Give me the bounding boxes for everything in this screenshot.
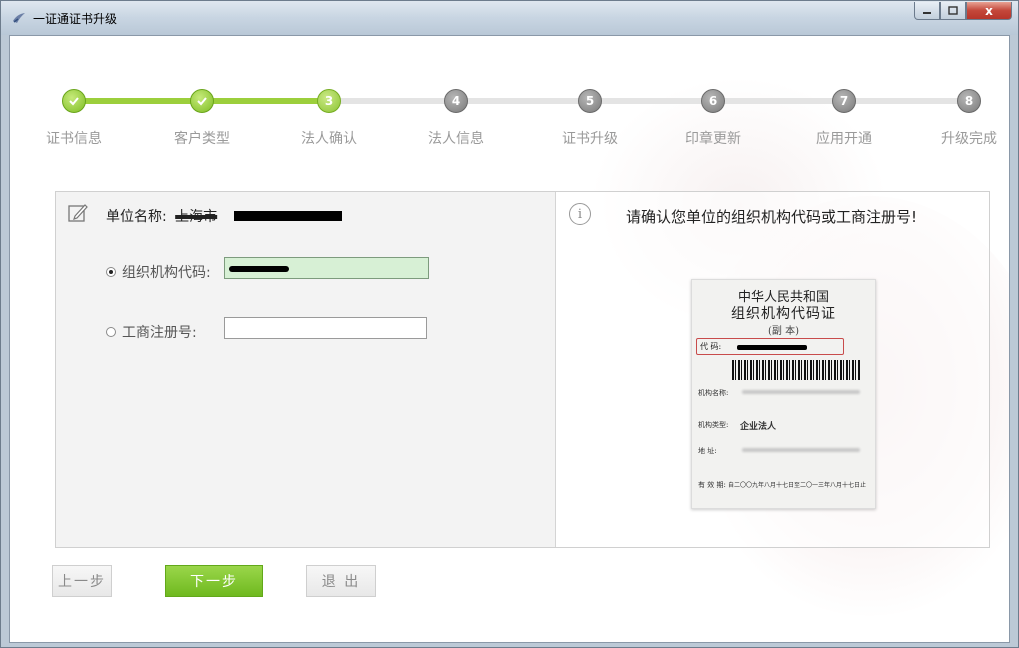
step-6: 6 bbox=[701, 89, 725, 113]
cert-code-highlight: 代 码: bbox=[696, 338, 844, 355]
cert-validity-value: 自二〇〇九年八月十七日至二〇一三年八月十七日止 bbox=[728, 482, 867, 489]
org-code-label: 组织机构代码: bbox=[122, 265, 211, 281]
step-number: 6 bbox=[708, 94, 718, 108]
step-8: 8 bbox=[957, 89, 981, 113]
barcode-image bbox=[732, 360, 860, 380]
org-code-option[interactable]: 组织机构代码: bbox=[106, 262, 211, 282]
title-bar[interactable]: 一证通证书升级 x bbox=[1, 1, 1018, 35]
cert-org-type-value: 企业法人 bbox=[740, 422, 777, 432]
step-label-legal-info: 法人信息 bbox=[428, 131, 484, 147]
step-number: 3 bbox=[324, 94, 334, 108]
org-code-radio[interactable] bbox=[106, 267, 116, 277]
app-logo-icon bbox=[13, 13, 25, 23]
hint-text: 请确认您单位的组织机构代码或工商注册号! bbox=[626, 208, 918, 226]
cert-blurred-text bbox=[742, 390, 860, 394]
step-progress: 证书信息 客户类型 3 法人确认 4 法人信息 5 证书升级 6 印章更新 7 … bbox=[10, 36, 1009, 166]
app-window: 一证通证书升级 x 证书信息 客户类型 3 法人确认 4 法人信息 5 证书升级… bbox=[0, 0, 1019, 648]
step-label-legal-confirm: 法人确认 bbox=[301, 131, 357, 147]
step-number: 7 bbox=[839, 94, 849, 108]
exit-button[interactable]: 退 出 bbox=[306, 565, 376, 597]
step-5: 5 bbox=[578, 89, 602, 113]
cert-org-type-label: 机构类型: bbox=[698, 421, 729, 429]
biz-reg-input[interactable] bbox=[224, 317, 427, 339]
hint-pane: i 请确认您单位的组织机构代码或工商注册号! 中华人民共和国 组织机构代码证 (… bbox=[556, 192, 989, 547]
step-label-cert-info: 证书信息 bbox=[46, 131, 102, 147]
step-number: 5 bbox=[585, 94, 595, 108]
step-label-customer-type: 客户类型 bbox=[174, 131, 230, 147]
unit-name-value: 上海市 bbox=[175, 209, 218, 225]
form-pane: 单位名称: 上海市 组织机构代码: 工商注册号: bbox=[56, 192, 556, 547]
confirm-panel: 单位名称: 上海市 组织机构代码: 工商注册号: i 请确认您单位的组织机构代码… bbox=[55, 191, 990, 548]
edit-icon bbox=[68, 204, 88, 222]
minimize-icon bbox=[923, 11, 931, 14]
info-icon: i bbox=[569, 203, 591, 225]
step-3-current: 3 bbox=[317, 89, 341, 113]
prev-button[interactable]: 上一步 bbox=[52, 565, 112, 597]
step-7: 7 bbox=[832, 89, 856, 113]
cert-validity-row: 有 效 期: 自二〇〇九年八月十七日至二〇一三年八月十七日止 bbox=[698, 480, 873, 490]
maximize-icon bbox=[948, 6, 958, 15]
step-label-app-activate: 应用开通 bbox=[816, 131, 872, 147]
cert-subtitle: (副 本) bbox=[768, 326, 799, 337]
step-2-done-icon bbox=[190, 89, 214, 113]
window-controls: x bbox=[914, 2, 1012, 20]
step-1-done-icon bbox=[62, 89, 86, 113]
close-button[interactable]: x bbox=[966, 2, 1012, 20]
step-label-upgrade-complete: 升级完成 bbox=[941, 131, 997, 147]
checkmark-icon bbox=[69, 97, 79, 106]
unit-name-label: 单位名称: 上海市 bbox=[106, 206, 217, 226]
wizard-content: 证书信息 客户类型 3 法人确认 4 法人信息 5 证书升级 6 印章更新 7 … bbox=[9, 35, 1010, 643]
minimize-button[interactable] bbox=[914, 2, 940, 20]
step-label-cert-upgrade: 证书升级 bbox=[562, 131, 618, 147]
biz-reg-radio[interactable] bbox=[106, 327, 116, 337]
cert-title-line2: 组织机构代码证 bbox=[731, 306, 836, 322]
org-code-redaction bbox=[229, 266, 289, 272]
cert-org-name-label: 机构名称: bbox=[698, 389, 729, 397]
cert-blurred-address bbox=[742, 448, 860, 452]
next-button[interactable]: 下一步 bbox=[165, 565, 263, 597]
unit-name-redaction bbox=[234, 211, 342, 221]
cert-address-label: 地 址: bbox=[698, 447, 717, 455]
org-code-input[interactable] bbox=[224, 257, 429, 279]
certificate-sample-image: 中华人民共和国 组织机构代码证 (副 本) 代 码: 机构名称: 机构类型: 企… bbox=[691, 279, 876, 509]
step-4: 4 bbox=[444, 89, 468, 113]
close-icon: x bbox=[985, 3, 993, 18]
biz-reg-option[interactable]: 工商注册号: bbox=[106, 322, 197, 342]
cert-validity-label: 有 效 期: bbox=[698, 481, 726, 489]
step-number: 8 bbox=[964, 94, 974, 108]
step-label-seal-update: 印章更新 bbox=[685, 131, 741, 147]
step-number: 4 bbox=[451, 94, 461, 108]
biz-reg-label: 工商注册号: bbox=[122, 325, 197, 341]
maximize-button[interactable] bbox=[940, 2, 966, 20]
cert-code-label: 代 码: bbox=[700, 342, 722, 351]
cert-code-redaction bbox=[737, 345, 807, 350]
unit-name-label-text: 单位名称: bbox=[106, 209, 167, 225]
checkmark-icon bbox=[197, 97, 207, 106]
window-title: 一证通证书升级 bbox=[33, 12, 118, 26]
